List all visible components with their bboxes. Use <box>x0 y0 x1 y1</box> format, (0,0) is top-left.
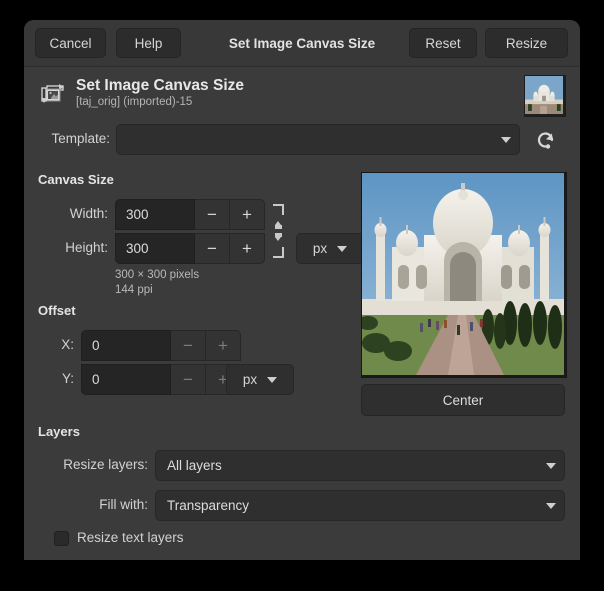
layers-section-label: Layers <box>38 424 80 439</box>
broken-chain-icon[interactable] <box>267 195 289 267</box>
width-input[interactable]: 300 <box>115 199 195 230</box>
canvas-preview[interactable] <box>361 172 567 378</box>
fill-with-combobox[interactable]: Transparency <box>155 490 565 521</box>
help-button[interactable]: Help <box>116 28 181 58</box>
template-reset-icon[interactable] <box>532 126 560 154</box>
offset-x-label: X: <box>38 337 74 352</box>
chevron-down-icon <box>267 377 277 383</box>
canvas-size-pixels-hint: 300 × 300 pixels <box>115 268 199 283</box>
canvas-size-section-label: Canvas Size <box>38 172 114 187</box>
offset-unit-value: px <box>243 372 257 387</box>
reset-button[interactable]: Reset <box>409 28 477 58</box>
height-spinbutton: 300 − + <box>115 233 265 264</box>
offset-unit-combobox[interactable]: px <box>226 364 294 395</box>
height-increment-button[interactable]: + <box>230 233 265 264</box>
fill-with-label: Fill with: <box>38 497 148 512</box>
dialog-subtitle: [taj_orig] (imported)-15 <box>76 95 244 110</box>
offset-section-label: Offset <box>38 303 76 318</box>
resize-layers-combobox[interactable]: All layers <box>155 450 565 481</box>
offset-y-label: Y: <box>38 371 74 386</box>
offset-y-decrement-button[interactable]: − <box>171 364 206 395</box>
height-label: Height: <box>38 240 108 255</box>
resize-layers-label: Resize layers: <box>38 457 148 472</box>
chevron-down-icon <box>337 246 347 252</box>
width-label: Width: <box>38 206 108 221</box>
resize-text-layers-label[interactable]: Resize text layers <box>77 530 184 545</box>
canvas-size-unit-combobox[interactable]: px <box>296 233 364 264</box>
offset-y-input[interactable]: 0 <box>81 364 171 395</box>
dialog-title-block: Set Image Canvas Size [taj_orig] (import… <box>24 67 580 125</box>
fill-with-value: Transparency <box>167 498 540 513</box>
cancel-button[interactable]: Cancel <box>35 28 106 58</box>
template-label: Template: <box>38 131 110 146</box>
width-decrement-button[interactable]: − <box>195 199 230 230</box>
height-decrement-button[interactable]: − <box>195 233 230 264</box>
chevron-down-icon <box>546 463 556 469</box>
dialog-title-text: Set Image Canvas Size [taj_orig] (import… <box>76 76 244 110</box>
chevron-down-icon <box>546 503 556 509</box>
canvas-size-ppi-hint: 144 ppi <box>115 283 153 298</box>
template-combobox[interactable] <box>116 124 520 155</box>
chevron-down-icon <box>501 137 511 143</box>
width-increment-button[interactable]: + <box>230 199 265 230</box>
canvas-resize-icon <box>39 79 67 107</box>
width-spinbutton: 300 − + <box>115 199 265 230</box>
dialog-headerbar: Set Image Canvas Size Cancel Help Reset … <box>24 20 580 67</box>
center-button[interactable]: Center <box>361 384 565 416</box>
resize-button[interactable]: Resize <box>485 28 568 58</box>
height-input[interactable]: 300 <box>115 233 195 264</box>
set-image-canvas-size-dialog: Set Image Canvas Size Cancel Help Reset … <box>24 20 580 560</box>
canvas-size-unit-value: px <box>313 241 327 256</box>
image-thumbnail <box>524 75 566 117</box>
offset-x-increment-button[interactable]: + <box>206 330 241 361</box>
dialog-heading: Set Image Canvas Size <box>76 76 244 95</box>
offset-x-spinbutton: 0 − + <box>81 330 241 361</box>
offset-x-decrement-button[interactable]: − <box>171 330 206 361</box>
offset-y-spinbutton: 0 − + <box>81 364 241 395</box>
resize-text-layers-checkbox[interactable] <box>54 531 69 546</box>
resize-layers-value: All layers <box>167 458 540 473</box>
offset-x-input[interactable]: 0 <box>81 330 171 361</box>
